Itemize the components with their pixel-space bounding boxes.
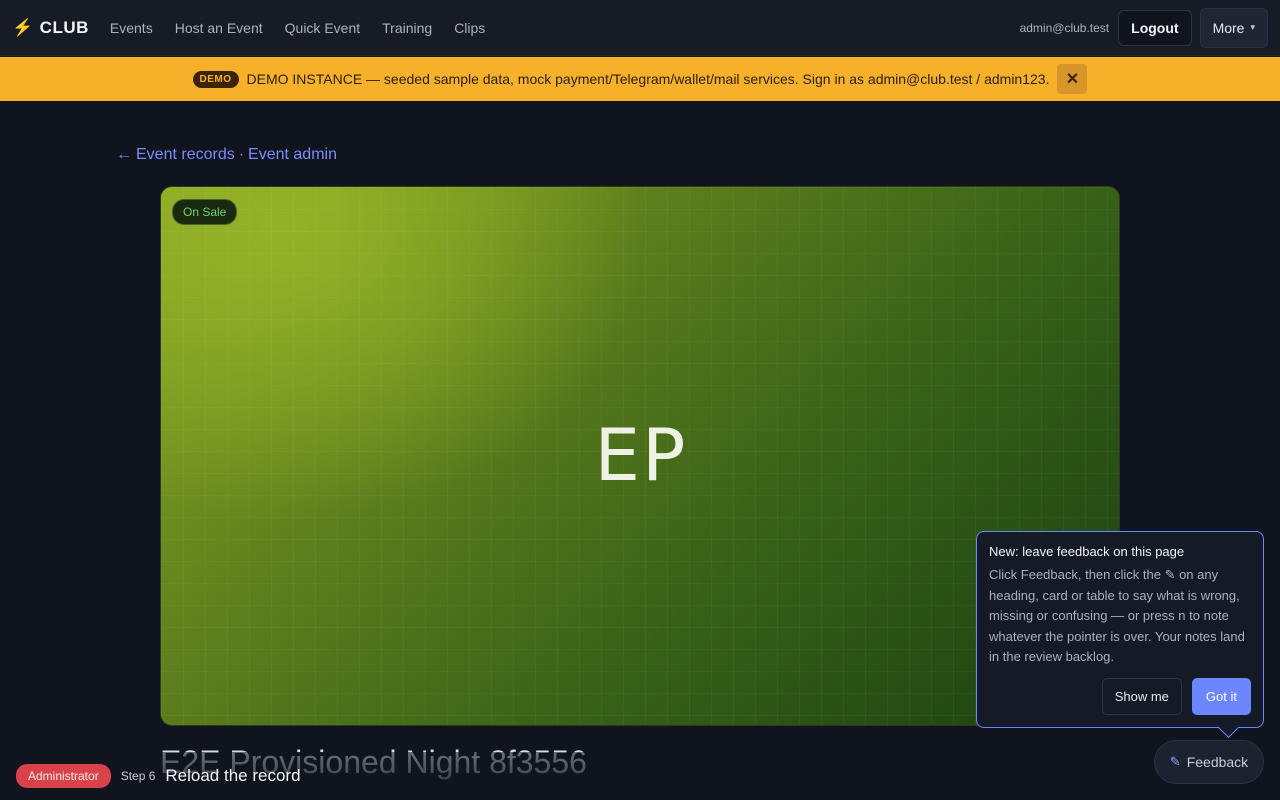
nav-link-host-an-event[interactable]: Host an Event <box>164 20 274 36</box>
step-instruction: Reload the record <box>165 766 301 785</box>
nav-link-events[interactable]: Events <box>99 20 164 36</box>
top-nav: ⚡ CLUB Events Host an Event Quick Event … <box>0 0 1280 56</box>
step-number: Step 6 <box>120 769 156 783</box>
breadcrumb-event-admin[interactable]: Event admin <box>248 146 337 164</box>
feedback-button[interactable]: ✎ Feedback <box>1154 740 1264 784</box>
brand-logo[interactable]: ⚡ CLUB <box>12 18 89 38</box>
feedback-popover: New: leave feedback on this page Click F… <box>976 531 1264 728</box>
role-badge: Administrator <box>16 764 111 788</box>
user-email: admin@club.test <box>1019 20 1110 35</box>
close-icon[interactable]: ✕ <box>1057 64 1088 94</box>
back-arrow-icon[interactable]: ← <box>116 146 132 164</box>
brand-name: CLUB <box>39 17 89 37</box>
breadcrumb-event-records[interactable]: Event records <box>136 146 235 164</box>
nav-link-quick-event[interactable]: Quick Event <box>274 20 371 36</box>
breadcrumb-separator: · <box>238 146 245 163</box>
demo-banner-text: DEMO INSTANCE — seeded sample data, mock… <box>246 71 1050 87</box>
nav-right: admin@club.test Logout More ▾ <box>1019 7 1268 48</box>
demo-banner: DEMO DEMO INSTANCE — seeded sample data,… <box>0 57 1280 101</box>
tutorial-step-bar: Administrator Step 6 Reload the record <box>0 752 1280 800</box>
got-it-button[interactable]: Got it <box>1191 678 1251 715</box>
nav-links: Events Host an Event Quick Event Trainin… <box>99 20 496 36</box>
popover-title: New: leave feedback on this page <box>989 544 1185 559</box>
chevron-down-icon: ▾ <box>1250 22 1255 32</box>
breadcrumb: ← Event records · Event admin <box>116 146 337 164</box>
logout-button[interactable]: Logout <box>1118 9 1192 46</box>
nav-link-training[interactable]: Training <box>371 20 443 36</box>
popover-body: Click Feedback, then click the ✎ on any … <box>989 567 1245 664</box>
feedback-label: Feedback <box>1186 754 1249 770</box>
status-badge: On Sale <box>172 199 238 225</box>
nav-link-clips[interactable]: Clips <box>443 20 496 36</box>
show-me-button[interactable]: Show me <box>1101 678 1182 715</box>
more-label: More <box>1212 19 1245 36</box>
popover-actions: Show me Got it <box>1101 678 1251 715</box>
demo-badge: DEMO <box>192 70 239 88</box>
lightning-icon: ⚡ <box>12 17 34 37</box>
more-menu-button[interactable]: More ▾ <box>1199 7 1268 48</box>
event-initials: EP <box>594 413 688 497</box>
pencil-icon: ✎ <box>1169 754 1181 769</box>
